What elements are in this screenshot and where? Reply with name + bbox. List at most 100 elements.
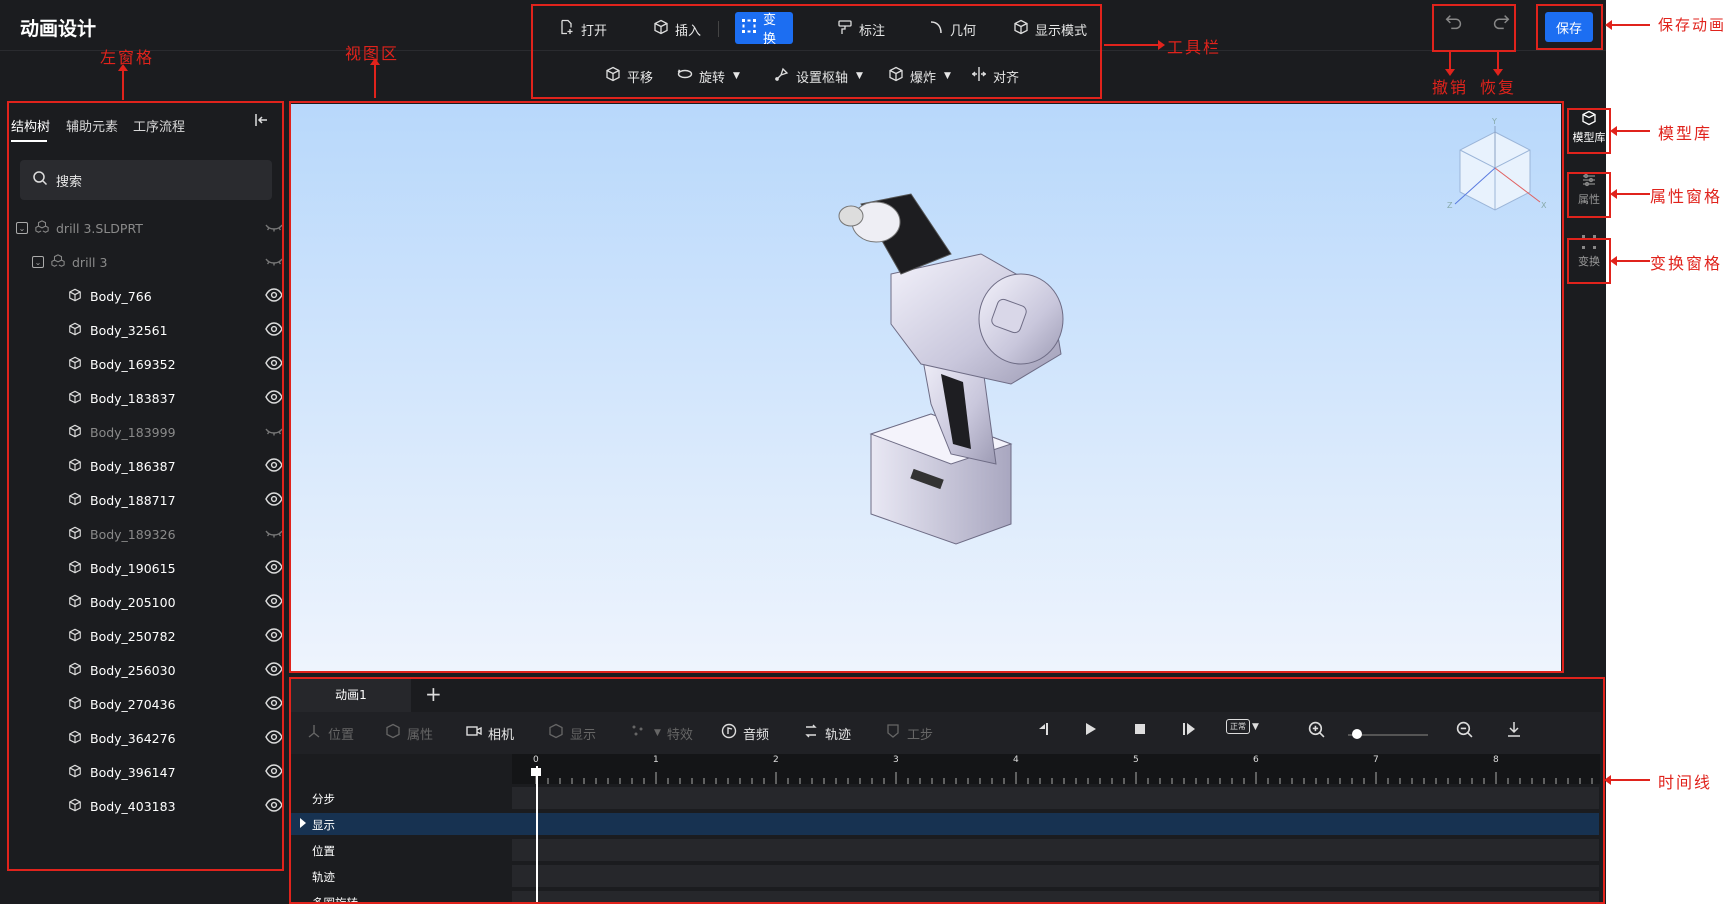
transform-button[interactable]: 变换 xyxy=(735,12,793,47)
view-area[interactable]: Y Z X xyxy=(291,104,1561,671)
eye-icon[interactable] xyxy=(265,594,283,608)
tree-item[interactable]: Body_766 xyxy=(7,279,283,313)
tab-process-flow[interactable]: 工序流程 xyxy=(133,116,185,135)
prev-frame-icon[interactable] xyxy=(1036,721,1052,741)
transform-pane-button[interactable]: 变换 xyxy=(1570,228,1606,274)
undo-button[interactable] xyxy=(1443,11,1467,35)
tree-item[interactable]: Body_270436 xyxy=(7,687,283,721)
eye-closed-icon[interactable] xyxy=(265,424,283,438)
tree-item[interactable]: Body_364276 xyxy=(7,721,283,755)
add-animation-icon[interactable]: + xyxy=(425,682,442,706)
tree-item[interactable]: ⌄ drill 3 xyxy=(7,245,283,279)
eye-icon[interactable] xyxy=(265,356,283,370)
playhead[interactable] xyxy=(536,766,538,904)
view-cube-icon[interactable]: Y Z X xyxy=(1435,112,1555,232)
eye-closed-icon[interactable] xyxy=(265,254,283,268)
download-icon[interactable] xyxy=(1506,721,1522,741)
tree-item[interactable]: Body_186387 xyxy=(7,449,283,483)
track-lane[interactable] xyxy=(512,839,1599,861)
tree-item[interactable]: Body_32561 xyxy=(7,313,283,347)
tree-item[interactable]: Body_183999 xyxy=(7,415,283,449)
tab-structure-tree[interactable]: 结构树 xyxy=(11,116,50,135)
rotate-button[interactable]: 旋转 ▼ xyxy=(669,61,748,91)
eye-icon[interactable] xyxy=(265,798,283,812)
playhead-handle[interactable] xyxy=(531,768,541,776)
step-icon xyxy=(885,723,901,743)
redo-button[interactable] xyxy=(1490,11,1514,35)
zoom-slider-handle[interactable] xyxy=(1352,729,1362,739)
eye-icon[interactable] xyxy=(265,390,283,404)
tree-item[interactable]: Body_188717 xyxy=(7,483,283,517)
model-library-button[interactable]: 模型库 xyxy=(1570,104,1606,150)
rotate-dropdown-icon[interactable]: ▼ xyxy=(733,71,740,81)
eye-closed-icon[interactable] xyxy=(265,526,283,540)
eye-icon[interactable] xyxy=(265,696,283,710)
audio-tool-button[interactable]: 音频 xyxy=(721,723,769,743)
eye-icon[interactable] xyxy=(265,628,283,642)
tree-item[interactable]: Body_403183 xyxy=(7,789,283,823)
camera-tool-button[interactable]: 相机 xyxy=(466,723,514,743)
next-frame-icon[interactable] xyxy=(1181,721,1197,741)
track-label: 位置 xyxy=(312,844,335,858)
geometry-button[interactable]: 几何 xyxy=(920,14,984,44)
set-pivot-button[interactable]: 设置枢轴 ▼ xyxy=(766,61,871,91)
open-button[interactable]: 打开 xyxy=(551,14,615,44)
eye-icon[interactable] xyxy=(265,288,283,302)
body-cube-icon xyxy=(68,458,84,474)
pivot-dropdown-icon[interactable]: ▼ xyxy=(856,71,863,81)
trajectory-tool-button[interactable]: 轨迹 xyxy=(803,723,851,743)
tab-auxiliary-elements[interactable]: 辅助元素 xyxy=(66,116,118,135)
eye-icon[interactable] xyxy=(265,322,283,336)
track-lane[interactable] xyxy=(512,865,1599,887)
time-ruler[interactable] xyxy=(512,754,1600,784)
tree-item[interactable]: Body_183837 xyxy=(7,381,283,415)
tree-item[interactable]: Body_190615 xyxy=(7,551,283,585)
eye-icon[interactable] xyxy=(265,662,283,676)
active-tab-indicator xyxy=(11,140,47,142)
properties-pane-button[interactable]: 属性 xyxy=(1570,166,1606,212)
eye-icon[interactable] xyxy=(265,560,283,574)
track-label: 显示 xyxy=(312,818,335,832)
zoom-out-icon[interactable] xyxy=(1456,721,1473,742)
search-input[interactable]: 搜索 xyxy=(20,160,272,200)
tree-item[interactable]: Body_189326 xyxy=(7,517,283,551)
tree-item[interactable]: Body_250782 xyxy=(7,619,283,653)
step-tool-button[interactable]: 工步 xyxy=(885,723,933,743)
track-expand-icon[interactable] xyxy=(300,818,306,828)
position-tool-button[interactable]: 位置 xyxy=(306,723,354,743)
animation-tab[interactable]: 动画1 xyxy=(291,677,411,712)
stop-icon[interactable] xyxy=(1132,721,1148,741)
effects-tool-button[interactable]: ▼ 特效 xyxy=(630,723,693,743)
eye-icon[interactable] xyxy=(265,492,283,506)
display-mode-button[interactable]: 显示模式 xyxy=(1005,14,1095,44)
attribute-tool-button[interactable]: 属性 xyxy=(385,723,433,743)
tree-item[interactable]: Body_256030 xyxy=(7,653,283,687)
collapse-pane-icon[interactable] xyxy=(254,112,270,132)
eye-icon[interactable] xyxy=(265,730,283,744)
tree-item[interactable]: Body_396147 xyxy=(7,755,283,789)
annotate-button[interactable]: 标注 xyxy=(829,14,893,44)
tree-item[interactable]: ⌄ drill 3.SLDPRT xyxy=(7,211,283,245)
expand-toggle-icon[interactable]: ⌄ xyxy=(32,256,44,268)
play-icon[interactable] xyxy=(1082,721,1098,741)
expand-toggle-icon[interactable]: ⌄ xyxy=(16,222,28,234)
zoom-in-icon[interactable] xyxy=(1308,721,1325,742)
tree-item[interactable]: Body_169352 xyxy=(7,347,283,381)
drill-model[interactable] xyxy=(291,104,1561,671)
eye-icon[interactable] xyxy=(265,764,283,778)
display-tool-button[interactable]: 显示 xyxy=(548,723,596,743)
save-button[interactable]: 保存 xyxy=(1545,12,1593,42)
redo-icon xyxy=(1490,14,1512,38)
track-lane[interactable] xyxy=(512,891,1599,904)
playback-speed-select[interactable]: 正常 ▼ xyxy=(1226,719,1259,734)
insert-button[interactable]: 插入 xyxy=(645,14,709,44)
translate-button[interactable]: 平移 xyxy=(597,61,661,91)
track-lane[interactable] xyxy=(512,787,1599,809)
eye-icon[interactable] xyxy=(265,458,283,472)
track-lane[interactable] xyxy=(512,813,1599,835)
align-button[interactable]: 对齐 xyxy=(963,61,1027,91)
explode-dropdown-icon[interactable]: ▼ xyxy=(944,71,951,81)
explode-button[interactable]: 爆炸 ▼ xyxy=(880,61,959,91)
eye-closed-icon[interactable] xyxy=(265,220,283,234)
tree-item[interactable]: Body_205100 xyxy=(7,585,283,619)
